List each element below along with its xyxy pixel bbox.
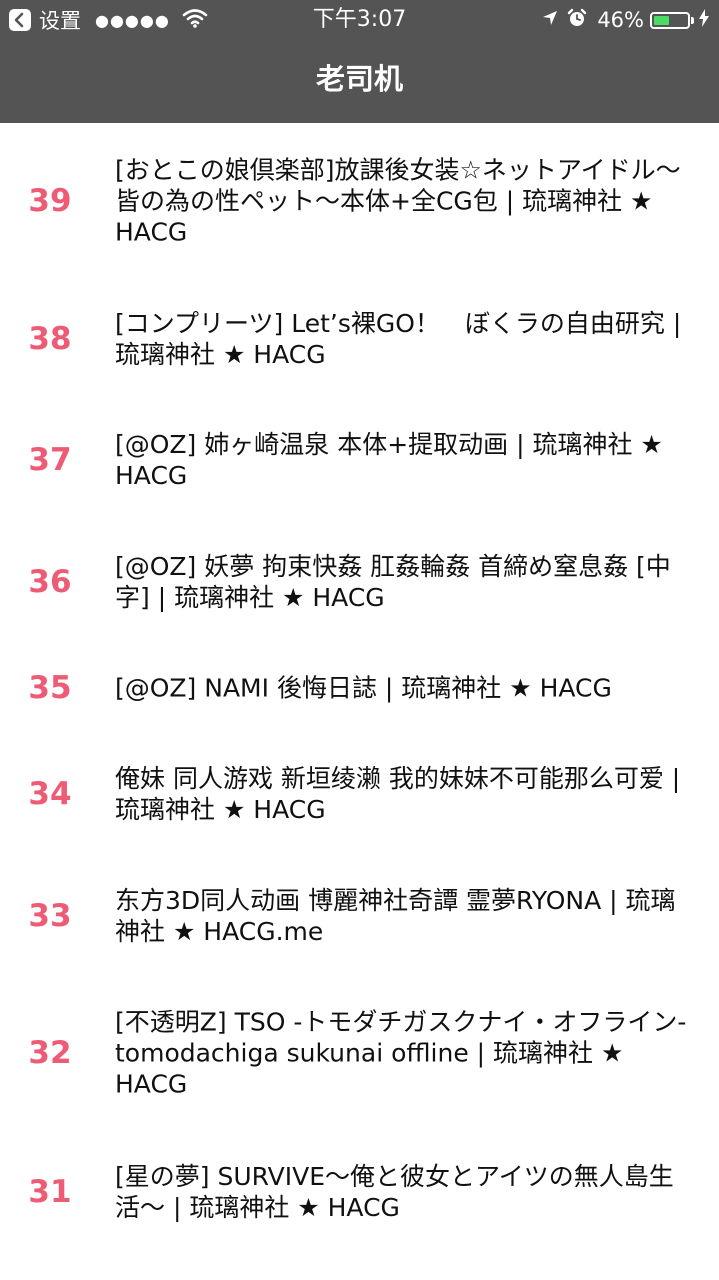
item-title[interactable]: [@OZ] 妖夢 拘束快姦 肛姦輪姦 首締め窒息姦 [中字] | 琉璃神社 ★ … [115,551,695,613]
battery-icon [650,11,690,29]
item-number: 36 [28,564,72,600]
battery-fill [654,15,669,25]
item-number: 32 [28,1035,72,1071]
battery-percent: 46% [597,8,644,32]
item-number: 33 [28,898,72,934]
status-right: 46% [541,6,709,34]
top-bar: 设置 ●●●●● 下午3:07 46% 老司机 [0,0,719,123]
item-number: 34 [28,776,72,812]
battery-tip [691,16,694,24]
charging-bolt-icon [699,8,709,32]
location-arrow-icon [541,8,559,32]
item-title[interactable]: [おとこの娘倶楽部]放課後女装☆ネットアイドル～皆の為の性ペット～本体+全CG包… [115,155,695,248]
item-number: 37 [28,442,72,478]
alarm-clock-icon [567,8,587,33]
nav-title: 老司机 [315,62,403,96]
item-title[interactable]: 俺妹 同人游戏 新垣绫濑 我的妹妹不可能那么可爱 | 琉璃神社 ★ HACG [115,763,695,825]
item-number: 31 [28,1174,72,1210]
item-number: 35 [28,670,72,706]
item-title[interactable]: 东方3D同人动画 博麗神社奇譚 霊夢RYONA | 琉璃神社 ★ HACG.me [115,885,695,947]
item-number: 39 [28,183,72,219]
item-title[interactable]: [@OZ] NAMI 後悔日誌 | 琉璃神社 ★ HACG [115,673,695,704]
item-number: 38 [28,321,72,357]
status-bar: 设置 ●●●●● 下午3:07 46% [0,0,719,40]
item-title[interactable]: [コンプリーツ] Let’s裸GO！ ぼくラの自由研究 | 琉璃神社 ★ HAC… [115,308,695,370]
item-title[interactable]: [不透明Z] TSO -トモダチガスクナイ・オフライン- tomodachiga… [115,1007,695,1100]
item-title[interactable]: [@OZ] 姉ヶ崎温泉 本体+提取动画 | 琉璃神社 ★ HACG [115,429,695,491]
item-title[interactable]: [星の夢] SURVIVE～俺と彼女とアイツの無人島生活～ | 琉璃神社 ★ H… [115,1161,695,1223]
